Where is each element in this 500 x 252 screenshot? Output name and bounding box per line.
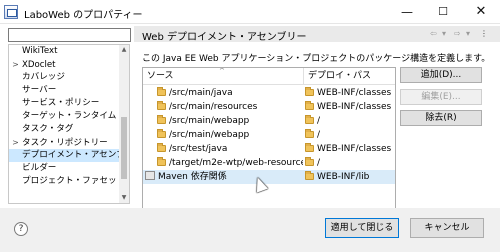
- tree-item-label: サービス・ポリシー: [22, 98, 100, 108]
- view-menu-icon[interactable]: ⋮: [480, 27, 488, 41]
- folder-icon: [305, 157, 314, 166]
- tree-item-xdoclet[interactable]: > XDoclet: [9, 58, 119, 71]
- tree-item-label: ターゲット・ランタイム: [22, 111, 117, 121]
- tree-item-builders[interactable]: ビルダー: [9, 162, 119, 175]
- tree-item-task-repository[interactable]: > タスク・リポジトリー: [9, 136, 119, 149]
- expand-arrow-icon[interactable]: >: [9, 136, 22, 149]
- deploy-path-cell: WEB-INF/lib: [317, 172, 370, 182]
- table-row[interactable]: /src/main/webapp /: [143, 114, 395, 128]
- table-row[interactable]: /src/test/java WEB-INF/classes: [143, 142, 395, 156]
- deploy-path-cell: WEB-INF/classes: [317, 144, 392, 154]
- close-button[interactable]: ✕: [462, 0, 500, 24]
- tree-item-label: デプロイメント・アセンブリー: [22, 150, 130, 160]
- window-title: LaboWeb のプロパティー: [24, 10, 143, 21]
- tree-item-service-policy[interactable]: サービス・ポリシー: [9, 97, 119, 110]
- title-bar: LaboWeb のプロパティー — ☐ ✕: [0, 0, 500, 24]
- back-arrow-icon[interactable]: ⇦: [430, 27, 437, 41]
- folder-icon: [305, 87, 314, 96]
- source-cell: /src/main/resources: [169, 102, 258, 112]
- tree-item-label: カバレッジ: [22, 72, 65, 82]
- cancel-button[interactable]: キャンセル: [410, 218, 484, 238]
- deploy-path-cell: WEB-INF/classes: [317, 88, 392, 98]
- minimize-button[interactable]: —: [388, 0, 426, 24]
- maximize-button[interactable]: ☐: [424, 0, 462, 24]
- scroll-up-icon[interactable]: ▲: [119, 45, 129, 55]
- source-cell: /src/test/java: [169, 144, 228, 154]
- deploy-path-cell: /: [317, 130, 321, 140]
- forward-menu-chevron-icon[interactable]: ▾: [466, 27, 470, 41]
- back-menu-chevron-icon[interactable]: ▾: [442, 27, 446, 41]
- remove-button[interactable]: 除去(R): [400, 110, 482, 126]
- tree-item-label: XDoclet: [22, 60, 56, 70]
- tree-item-coverage[interactable]: カバレッジ: [9, 71, 119, 84]
- dialog-button-bar: ? 適用して閉じる キャンセル: [0, 208, 500, 252]
- folder-icon: [305, 129, 314, 138]
- folder-icon: [305, 115, 314, 124]
- page-description: この Java EE Web アプリケーション・プロジェクトのパッケージ構造を定…: [142, 54, 491, 64]
- table-row[interactable]: /src/main/java WEB-INF/classes: [143, 86, 395, 100]
- tree-item-label: WikiText: [22, 46, 58, 56]
- deploy-path-cell: /: [317, 158, 321, 168]
- source-cell: Maven 依存関係: [158, 172, 227, 182]
- folder-icon: [157, 87, 166, 96]
- tree-item-wikitext[interactable]: WikiText: [9, 45, 119, 58]
- tree-item-label: プロジェクト・ファセット: [22, 176, 126, 186]
- source-cell: /target/m2e-wtp/web-resources: [169, 158, 303, 168]
- column-header-source[interactable]: ソース ^: [143, 68, 304, 85]
- page-title: Web デプロイメント・アセンブリー: [142, 32, 307, 43]
- help-icon[interactable]: ?: [14, 222, 28, 236]
- table-row[interactable]: /src/main/webapp /: [143, 128, 395, 142]
- tree-item-label: サーバー: [22, 85, 57, 95]
- tree-item-label: ビルダー: [22, 163, 57, 173]
- filter-input[interactable]: [8, 28, 131, 42]
- edit-button[interactable]: 編集(E)...: [400, 89, 482, 105]
- tree-item-task-tags[interactable]: タスク・タグ: [9, 123, 119, 136]
- folder-icon: [305, 101, 314, 110]
- table-row[interactable]: /target/m2e-wtp/web-resources /: [143, 156, 395, 170]
- folder-icon: [157, 129, 166, 138]
- tree-item-label: タスク・リポジトリー: [22, 138, 108, 148]
- scroll-down-icon[interactable]: ▼: [119, 193, 129, 203]
- deployment-assembly-table[interactable]: ソース ^ デプロイ・パス /src/main/java WEB-INF/cla…: [142, 67, 396, 215]
- tree-item-project-facets[interactable]: プロジェクト・ファセット: [9, 175, 125, 188]
- folder-icon: [157, 143, 166, 152]
- tree-item-server[interactable]: サーバー: [9, 84, 119, 97]
- tree-item-target-runtime[interactable]: ターゲット・ランタイム: [9, 110, 119, 123]
- library-icon: [145, 171, 155, 180]
- table-row-selected[interactable]: Maven 依存関係 WEB-INF/lib: [143, 170, 395, 184]
- page-header: Web デプロイメント・アセンブリー ⇦ ▾ ⇨ ▾ ⋮: [134, 26, 500, 43]
- source-cell: /src/main/java: [169, 88, 233, 98]
- folder-icon: [157, 157, 166, 166]
- property-page-tree: WikiText > XDoclet カバレッジ サーバー サービス・ポリシー タ…: [8, 44, 130, 204]
- tree-scrollbar-thumb[interactable]: [121, 117, 127, 179]
- folder-icon: [305, 143, 314, 152]
- window-app-icon: [4, 5, 18, 19]
- source-cell: /src/main/webapp: [169, 130, 250, 140]
- folder-icon: [157, 115, 166, 124]
- sort-ascending-icon: ^: [219, 67, 225, 75]
- source-cell: /src/main/webapp: [169, 116, 250, 126]
- tree-scrollbar[interactable]: ▲ ▼: [119, 45, 129, 203]
- tree-item-label: タスク・タグ: [22, 124, 74, 134]
- tree-item-deployment-assembly[interactable]: デプロイメント・アセンブリー: [9, 149, 129, 162]
- deploy-path-cell: WEB-INF/classes: [317, 102, 392, 112]
- folder-icon: [305, 171, 314, 180]
- table-row[interactable]: /src/main/resources WEB-INF/classes: [143, 100, 395, 114]
- expand-arrow-icon[interactable]: >: [9, 58, 22, 71]
- deploy-path-cell: /: [317, 116, 321, 126]
- forward-arrow-icon[interactable]: ⇨: [454, 27, 461, 41]
- add-button[interactable]: 追加(D)...: [400, 67, 482, 83]
- column-header-deploy-path[interactable]: デプロイ・パス: [304, 68, 395, 85]
- folder-icon: [157, 101, 166, 110]
- column-header-label: ソース: [147, 71, 174, 81]
- apply-and-close-button[interactable]: 適用して閉じる: [325, 218, 399, 238]
